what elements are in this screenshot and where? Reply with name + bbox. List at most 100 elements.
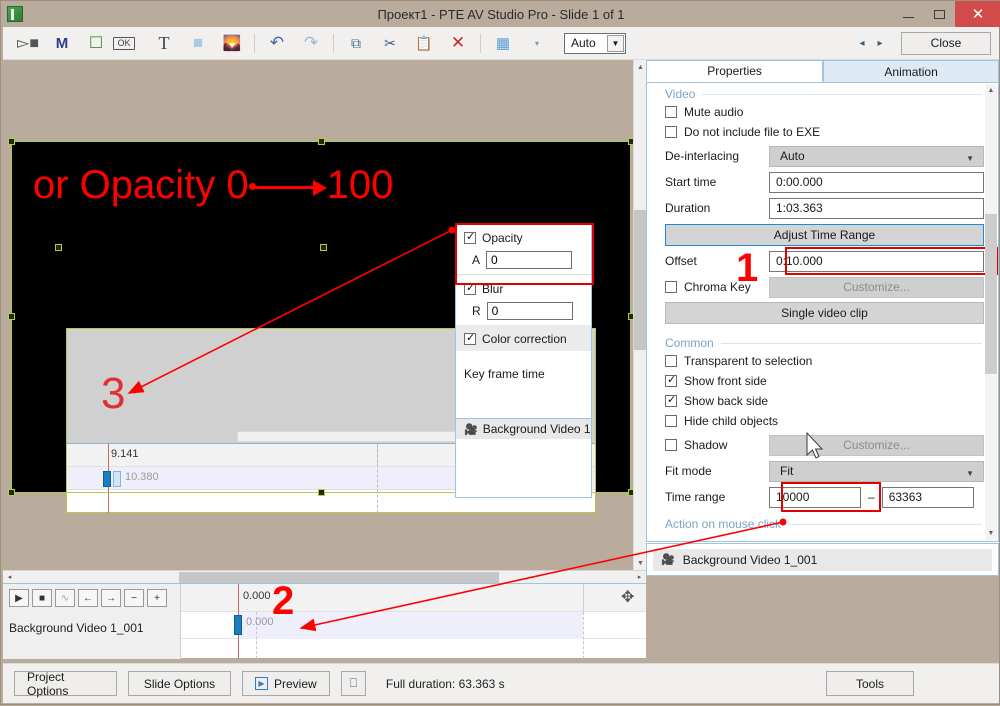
time-range-to-input[interactable]: 63363	[881, 486, 974, 508]
show-front-side-checkbox[interactable]	[665, 373, 677, 387]
scroll-right-icon[interactable]: ▸	[633, 572, 646, 583]
move-handle-icon[interactable]: ✥	[621, 587, 634, 607]
selection-handle-bl[interactable]	[8, 489, 15, 496]
objects-list-item[interactable]: 🎥 Background Video 1_001	[653, 548, 992, 571]
blur-checkbox[interactable]	[464, 281, 476, 295]
grid-icon[interactable]: ▦	[486, 30, 520, 57]
undo-icon[interactable]: ↶	[260, 30, 294, 57]
image-object-icon[interactable]: 🌄	[215, 30, 249, 57]
zoom-in-button[interactable]: +	[147, 589, 167, 607]
inner-keyframe-selected[interactable]	[103, 471, 111, 487]
timeline-clip[interactable]	[238, 612, 583, 639]
opacity-field-row: A	[472, 251, 583, 269]
scrollbar-track[interactable]	[16, 572, 633, 583]
color-correction-checkbox-row[interactable]: Color correction	[464, 331, 583, 346]
text-object-icon[interactable]: T	[147, 30, 181, 57]
start-time-input[interactable]: 0:00.000	[769, 171, 984, 193]
scroll-up-icon[interactable]: ▲	[985, 84, 997, 97]
preview-button[interactable]: ▶ Preview	[242, 671, 330, 696]
play-button[interactable]: ▶	[9, 589, 29, 607]
prev-keyframe-button[interactable]: ←	[78, 589, 98, 607]
scroll-left-icon[interactable]: ◂	[3, 572, 16, 583]
close-editor-button[interactable]: Close	[901, 31, 991, 55]
chevron-down-icon[interactable]: ▼	[966, 469, 974, 478]
shadow-check[interactable]: Shadow	[665, 438, 769, 452]
mute-audio-checkbox[interactable]	[665, 106, 677, 118]
blur-checkbox-row[interactable]: Blur	[464, 281, 583, 296]
hide-child-objects-row[interactable]: Hide child objects	[665, 412, 984, 430]
deinterlacing-select[interactable]: Auto ▼	[769, 145, 984, 167]
zoom-out-button[interactable]: −	[124, 589, 144, 607]
close-window-button[interactable]: ✕	[955, 1, 1000, 27]
time-range-from-input[interactable]: 10000	[769, 486, 861, 508]
mask-m-icon[interactable]: M	[45, 30, 79, 57]
show-back-side-row[interactable]: Show back side	[665, 392, 984, 410]
frame-icon[interactable]: ☐	[79, 30, 113, 57]
paste-icon[interactable]: 📋	[407, 30, 441, 57]
inner-selection-handle-tc[interactable]	[320, 244, 327, 251]
no-exe-checkbox[interactable]	[665, 126, 677, 138]
tab-animation[interactable]: Animation	[823, 60, 1000, 82]
delete-icon[interactable]: ✕	[441, 30, 475, 57]
redo-icon[interactable]: ↷	[294, 30, 328, 57]
chevron-down-icon[interactable]: ▼	[966, 154, 974, 163]
mute-audio-row[interactable]: Mute audio	[665, 103, 984, 121]
workspace-horizontal-scrollbar[interactable]: ◂ ▸	[3, 570, 646, 583]
next-slide-button[interactable]: ▸	[871, 32, 889, 54]
inner-selection-handle-tl[interactable]	[55, 244, 62, 251]
duration-input[interactable]: 1:03.363	[769, 197, 984, 219]
minimize-button[interactable]	[893, 1, 924, 27]
waveform-button[interactable]: ∿	[55, 589, 75, 607]
scrollbar-thumb[interactable]	[179, 572, 499, 583]
copy-icon[interactable]: ⧉	[339, 30, 373, 57]
no-exe-row[interactable]: Do not include file to EXE	[665, 123, 984, 141]
blur-section: Blur R	[456, 275, 591, 325]
opacity-value-input[interactable]	[486, 251, 573, 269]
rectangle-object-icon[interactable]: ■	[181, 30, 215, 57]
chroma-key-checkbox[interactable]	[665, 281, 677, 293]
color-correction-checkbox[interactable]	[464, 331, 476, 345]
selection-handle-tc[interactable]	[318, 138, 325, 145]
next-keyframe-button[interactable]: →	[101, 589, 121, 607]
adjust-time-range-button[interactable]: Adjust Time Range	[665, 224, 984, 246]
offset-input[interactable]: 0:10.000	[769, 250, 984, 272]
opacity-checkbox[interactable]	[464, 230, 476, 244]
prev-slide-button[interactable]: ◂	[853, 32, 871, 54]
button-object-icon[interactable]: OK	[113, 36, 135, 50]
opacity-checkbox-row[interactable]: Opacity	[464, 230, 583, 245]
tools-button[interactable]: Tools	[826, 671, 914, 696]
tab-properties[interactable]: Properties	[646, 60, 824, 82]
show-back-side-checkbox[interactable]	[665, 393, 677, 407]
inner-keyframe-second[interactable]	[113, 471, 121, 487]
fit-mode-select[interactable]: Fit ▼	[769, 460, 984, 482]
no-exe-label: Do not include file to EXE	[684, 125, 821, 139]
transparent-to-selection-checkbox[interactable]	[665, 355, 677, 367]
hide-child-objects-checkbox[interactable]	[665, 415, 677, 427]
inner-horizontal-scrollbar[interactable]	[237, 431, 457, 442]
cut-icon[interactable]: ✂	[373, 30, 407, 57]
selection-handle-tl[interactable]	[8, 138, 15, 145]
keyframe-object-item[interactable]: 🎥 Background Video 1	[456, 419, 591, 439]
project-options-button[interactable]: Project Options	[14, 670, 117, 698]
scroll-down-icon[interactable]: ▼	[985, 527, 997, 540]
scrollbar-thumb[interactable]	[985, 214, 997, 374]
show-front-side-row[interactable]: Show front side	[665, 372, 984, 390]
timeline-keyframe-marker[interactable]	[234, 615, 242, 635]
zoom-combo[interactable]: Auto ▼	[564, 32, 626, 54]
chevron-down-icon[interactable]: ▼	[607, 34, 624, 52]
shadow-checkbox[interactable]	[665, 439, 677, 451]
transparent-to-selection-row[interactable]: Transparent to selection	[665, 352, 984, 370]
slide-options-button[interactable]: Slide Options	[128, 671, 231, 696]
selection-handle-bc[interactable]	[318, 489, 325, 496]
stop-button[interactable]: ■	[32, 589, 52, 607]
single-video-clip-button[interactable]: Single video clip	[665, 302, 984, 324]
chroma-key-check[interactable]: Chroma Key	[665, 280, 769, 294]
properties-vertical-scrollbar[interactable]: ▲ ▼	[985, 84, 997, 540]
fullscreen-preview-button[interactable]: ⎕	[340, 671, 366, 696]
video-clip-icon[interactable]: ▻■	[11, 30, 45, 57]
selection-handle-ml[interactable]	[8, 313, 15, 320]
workspace-vertical-scrollbar[interactable]: ▲ ▼	[633, 60, 647, 570]
blur-value-input[interactable]	[486, 302, 573, 320]
maximize-button[interactable]	[924, 1, 955, 27]
grid-dropdown-icon[interactable]: ▾	[520, 30, 554, 57]
